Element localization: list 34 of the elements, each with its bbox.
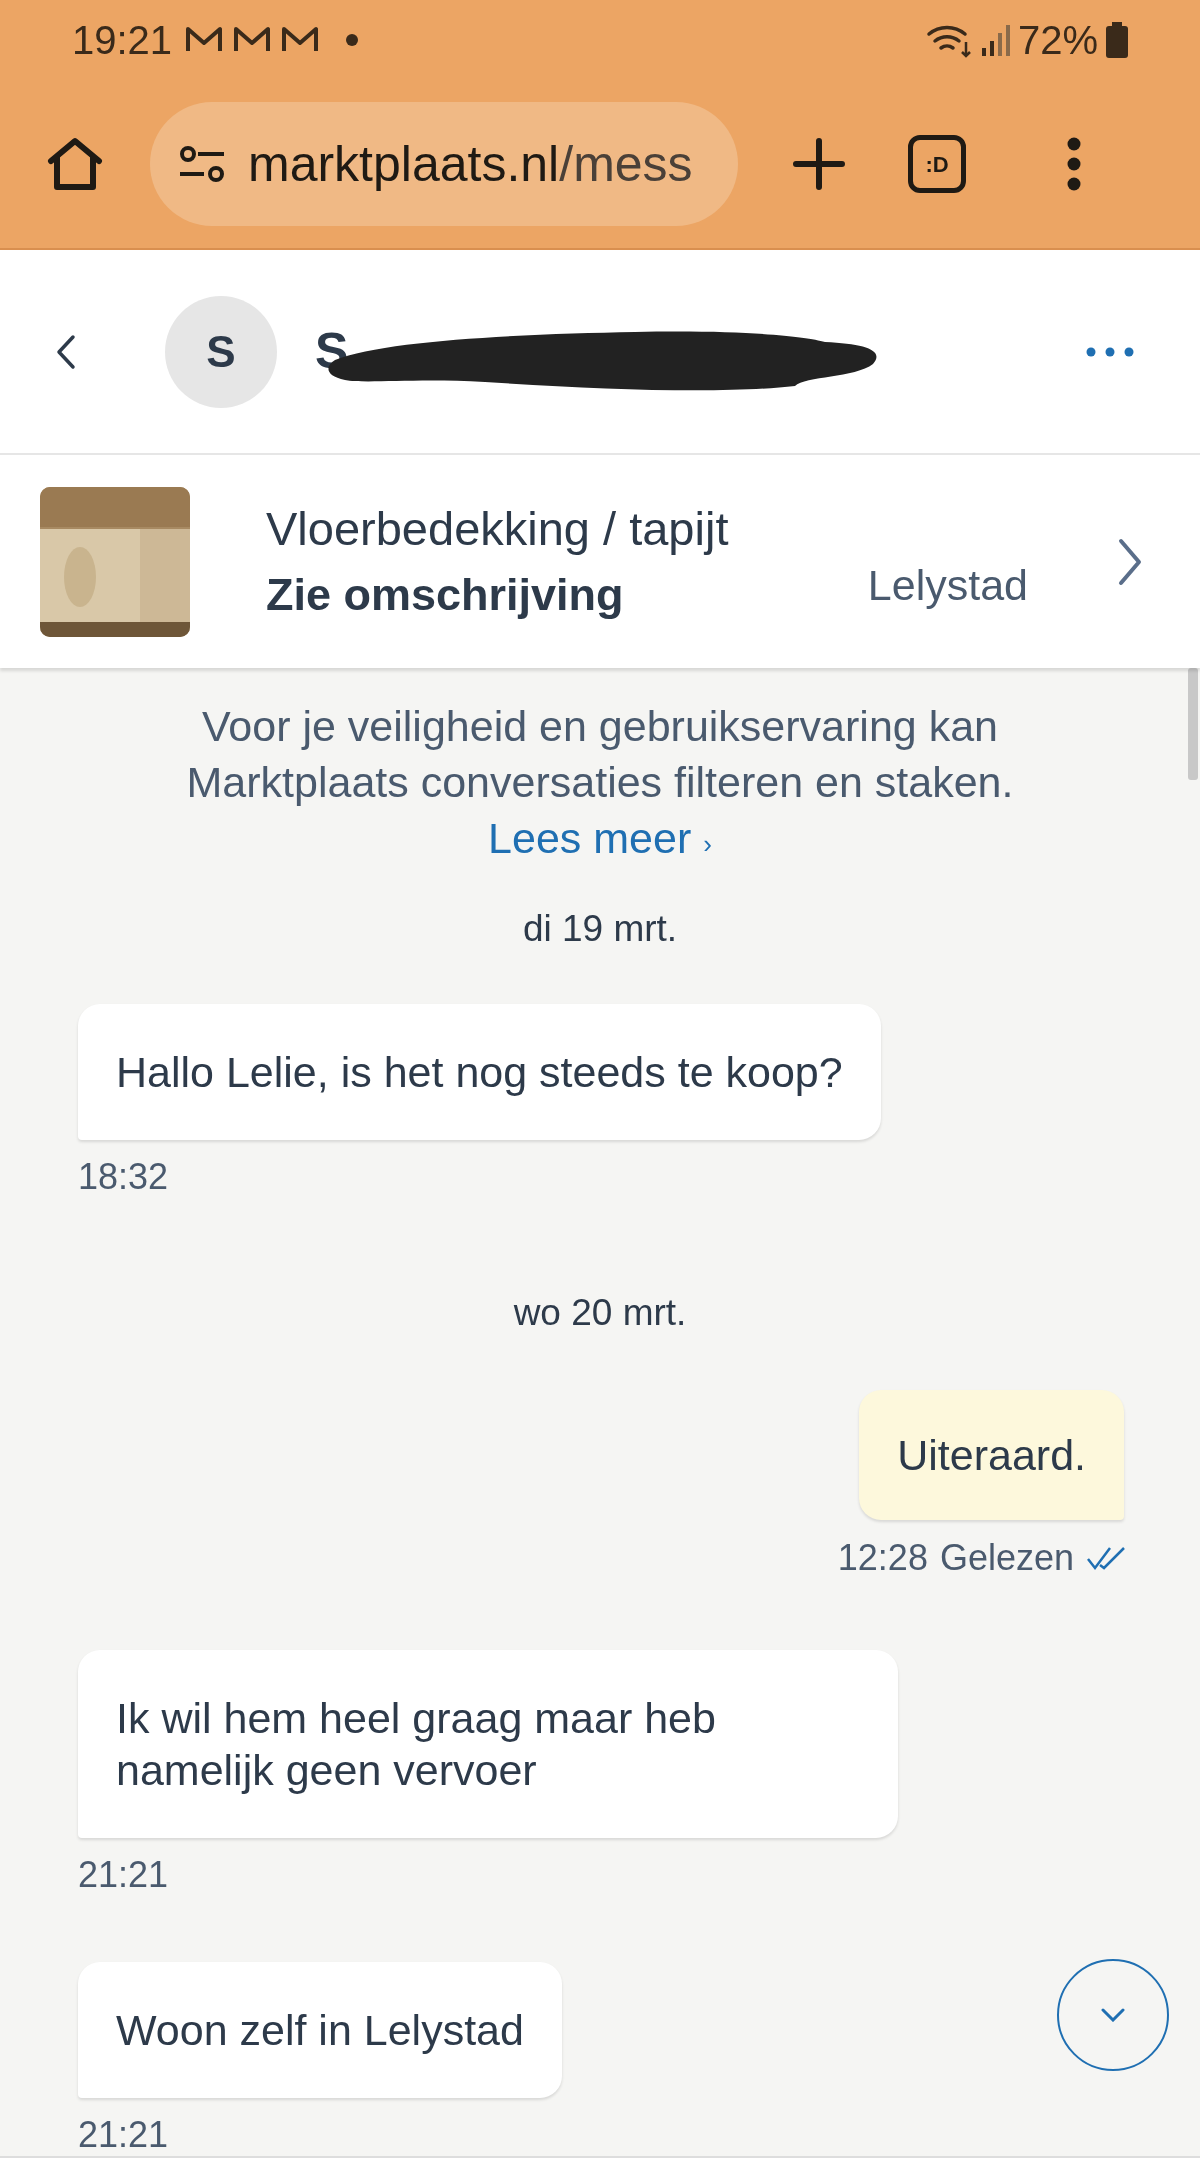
listing-row[interactable]: Vloerbedekking / tapijt Zie omschrijving Lelystad <box>0 455 1200 668</box>
message-time: 18:32 <box>78 1155 169 1199</box>
message-bubble: Hallo Lelie, is het nog steeds te koop? <box>78 1004 881 1140</box>
avatar: S <box>165 295 277 408</box>
signal-icon <box>979 24 1010 56</box>
date-separator: wo 20 mrt. <box>513 1291 687 1335</box>
read-more-link[interactable]: Lees meer › <box>488 810 712 872</box>
listing-location: Lelystad <box>867 560 1028 612</box>
more-menu-icon[interactable] <box>1066 137 1082 191</box>
chevron-right-icon <box>1118 537 1142 586</box>
url-text: marktplaats.nl/mess <box>248 134 693 194</box>
address-bar[interactable]: marktplaats.nl/mess <box>150 102 738 226</box>
battery-percentage: 72% <box>1017 20 1098 60</box>
back-icon[interactable] <box>56 333 76 370</box>
listing-subtitle: Zie omschrijving <box>266 567 625 622</box>
notification-dot-icon <box>346 34 359 46</box>
read-status: Gelezen <box>939 1536 1074 1580</box>
message-time: 12:28 <box>837 1536 928 1580</box>
battery-icon <box>1106 22 1128 58</box>
message-time: 21:21 <box>78 1853 169 1897</box>
listing-title: Vloerbedekking / tapijt <box>266 500 729 557</box>
site-settings-icon[interactable] <box>178 144 226 184</box>
status-time: 19:21 <box>72 20 173 60</box>
date-separator: di 19 mrt. <box>522 907 678 951</box>
more-options-icon[interactable] <box>1086 346 1134 357</box>
message-bubble: Woon zelf in Lelystad <box>78 1962 562 2098</box>
tab-switcher-button[interactable]: :D <box>908 135 966 193</box>
message-time: 21:21 <box>78 2113 169 2156</box>
message-bubble: Uiteraard. <box>859 1390 1124 1520</box>
message-bubble: Ik wil hem heel graag maar heb namelijk geen vervoer <box>78 1650 898 1838</box>
home-icon[interactable] <box>45 137 105 191</box>
chevron-down-icon <box>1101 2008 1125 2022</box>
new-tab-icon[interactable] <box>792 137 846 191</box>
safety-notice: Voor je veiligheid en gebruikservaring kan Marktplaats conversaties filteren en staken. <box>185 701 1015 808</box>
